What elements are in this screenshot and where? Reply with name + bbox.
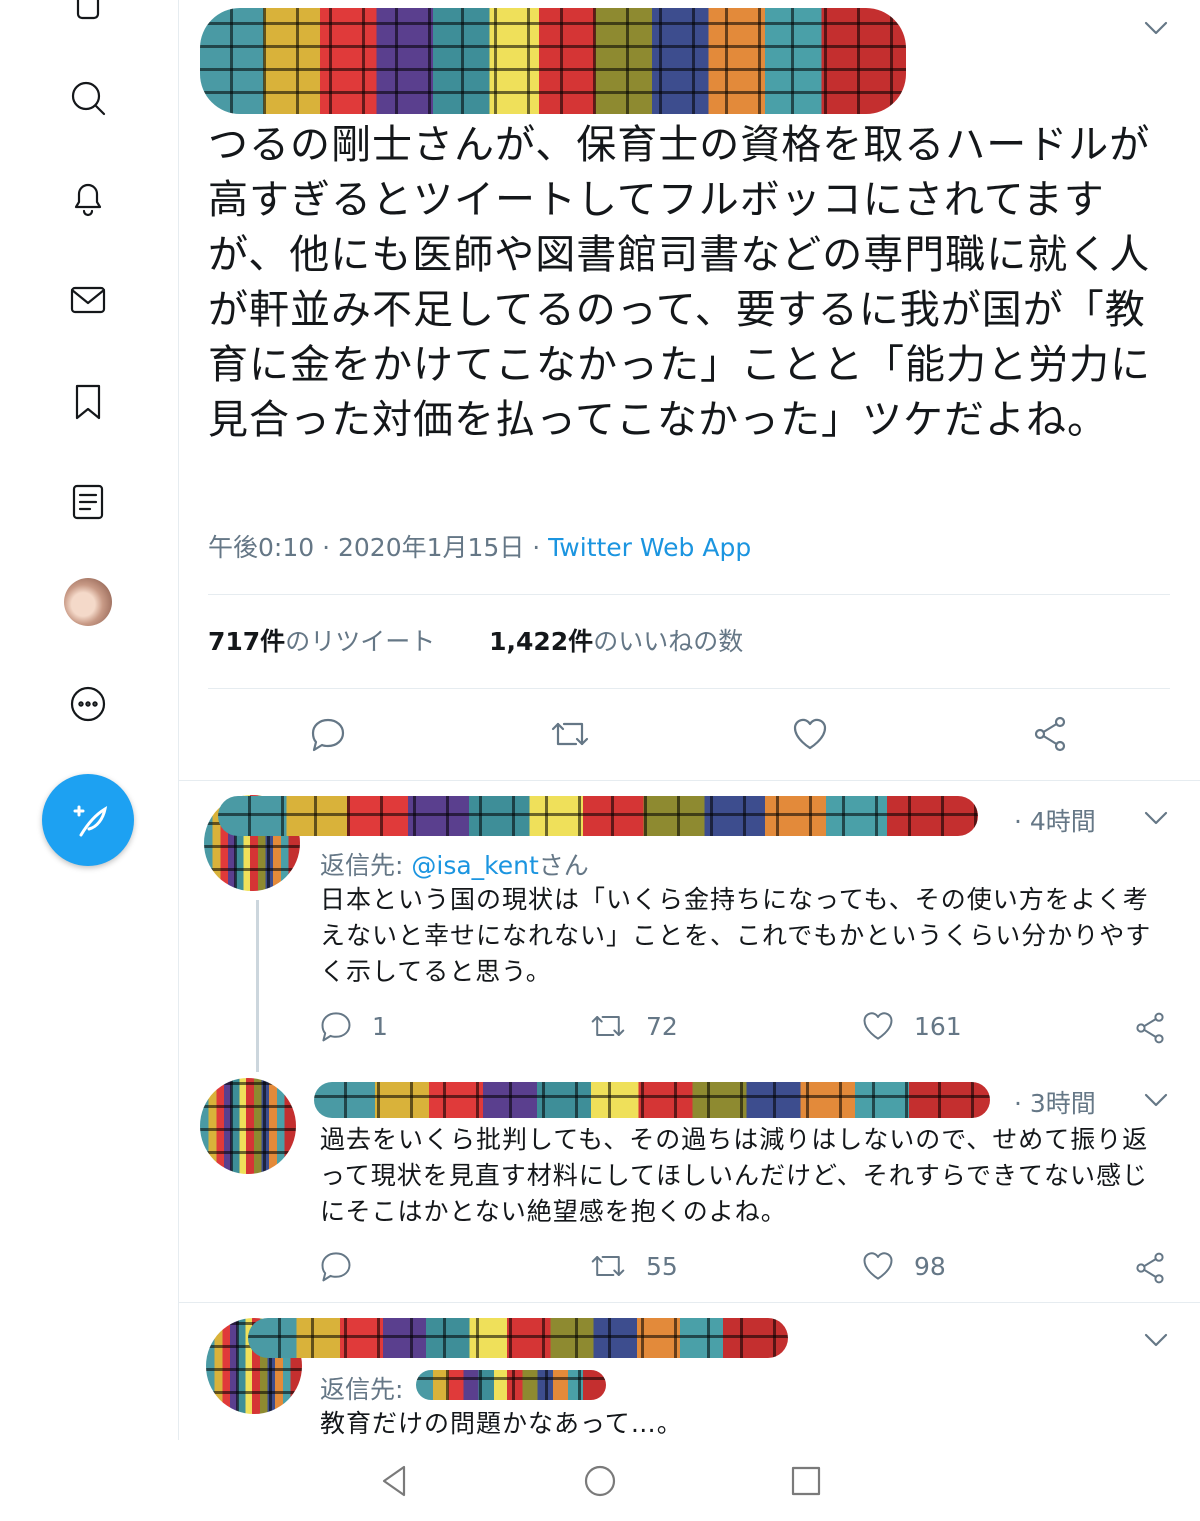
like-count: 98 <box>914 1251 946 1281</box>
reply-icon <box>311 718 345 752</box>
retweet-icon <box>591 1256 625 1276</box>
reply-author-redacted <box>248 1318 788 1358</box>
tweet-thread: つるの剛士さんが、保育士の資格を取るハードルが高すぎるとツイートしてフルボッコに… <box>178 0 1200 1440</box>
tweet-meta: 午後0:10 · 2020年1月15日 · Twitter Web App <box>208 528 751 564</box>
share-icon <box>1034 716 1066 752</box>
reply-text: 日本という国の現状は「いくら金持ちになっても、その使い方をよく考えないと幸せにな… <box>320 885 1152 986</box>
heart-icon <box>863 1012 893 1040</box>
share-button[interactable] <box>1132 1010 1168 1046</box>
reply-to-line: 返信先: @isa_kentさん <box>320 851 589 880</box>
retweet-icon <box>551 722 589 746</box>
reply-count: 1 <box>372 1011 388 1041</box>
tweet-timestamp: 午後0:10 · 2020年1月15日 · <box>208 533 541 562</box>
search-icon[interactable] <box>64 74 112 122</box>
tweet-menu-chevron-icon[interactable] <box>1142 18 1170 38</box>
retweet-count: 72 <box>646 1011 678 1041</box>
like-button[interactable]: 98 <box>860 1248 946 1284</box>
reply-icon <box>321 1252 351 1282</box>
divider <box>178 1302 1200 1303</box>
divider <box>208 688 1170 689</box>
like-button[interactable]: 161 <box>860 1008 962 1044</box>
tweet-source-link[interactable]: Twitter Web App <box>548 533 751 562</box>
share-icon <box>1136 1252 1164 1284</box>
like-button[interactable] <box>790 714 830 754</box>
reply-time[interactable]: · 4時間 <box>1014 802 1096 838</box>
list-icon[interactable] <box>64 478 112 526</box>
reply-button[interactable]: 1 <box>318 1008 388 1044</box>
like-stat[interactable]: 1,422件のいいねの数 <box>489 627 743 656</box>
reply-menu-chevron-icon[interactable] <box>1142 1330 1170 1350</box>
reply-icon <box>321 1012 351 1042</box>
like-count: 161 <box>914 1011 962 1041</box>
reply-text: 過去をいくら批判しても、その過ちは減りはしないので、せめて振り返って現状を見直す… <box>320 1125 1149 1226</box>
heart-icon <box>863 1252 893 1280</box>
sidebar-nav <box>0 0 179 1440</box>
retweet-count: 55 <box>646 1251 678 1281</box>
reply-avatar-redacted[interactable] <box>200 1078 296 1174</box>
reply-author-redacted <box>218 796 978 836</box>
share-button[interactable] <box>1030 714 1070 754</box>
divider <box>208 594 1170 595</box>
share-button[interactable] <box>1132 1250 1168 1286</box>
thread-line <box>256 900 259 1072</box>
recents-icon[interactable] <box>788 1463 824 1499</box>
system-nav-bar <box>0 1440 1200 1521</box>
reply-text: 教育だけの問題かなあって…。 <box>320 1409 683 1438</box>
compose-icon <box>73 805 108 837</box>
author-redacted <box>200 8 906 114</box>
tweet-text: つるの剛士さんが、保育士の資格を取るハードルが高すぎるとツイートしてフルボッコに… <box>208 122 1151 443</box>
reply-button[interactable] <box>308 714 348 754</box>
divider <box>178 780 1200 781</box>
home-icon[interactable] <box>64 0 112 28</box>
more-icon[interactable] <box>64 680 112 728</box>
home-circle-icon[interactable] <box>582 1463 618 1499</box>
bell-icon[interactable] <box>64 174 112 222</box>
reply-menu-chevron-icon[interactable] <box>1142 1090 1170 1110</box>
retweet-icon <box>591 1016 625 1036</box>
retweet-stat[interactable]: 717件のリツイート <box>208 627 435 656</box>
retweet-button[interactable]: 55 <box>588 1248 678 1284</box>
share-icon <box>1136 1012 1164 1044</box>
mail-icon[interactable] <box>64 276 112 324</box>
profile-avatar[interactable] <box>64 578 112 626</box>
back-icon[interactable] <box>376 1463 412 1499</box>
bookmark-icon[interactable] <box>64 378 112 426</box>
reply-author-redacted <box>314 1082 990 1118</box>
reply-time[interactable]: · 3時間 <box>1014 1084 1096 1120</box>
reply-button[interactable] <box>318 1248 354 1284</box>
tweet-stats: 717件のリツイート 1,422件のいいねの数 <box>208 622 743 658</box>
heart-icon <box>793 718 827 750</box>
compose-button[interactable] <box>42 774 134 866</box>
reply-menu-chevron-icon[interactable] <box>1142 808 1170 828</box>
reply-to-handle-redacted <box>416 1370 606 1400</box>
reply-to-line: 返信先: <box>320 1375 404 1404</box>
reply-to-handle[interactable]: @isa_kent <box>411 851 538 880</box>
retweet-button[interactable]: 72 <box>588 1008 678 1044</box>
retweet-button[interactable] <box>548 714 592 754</box>
